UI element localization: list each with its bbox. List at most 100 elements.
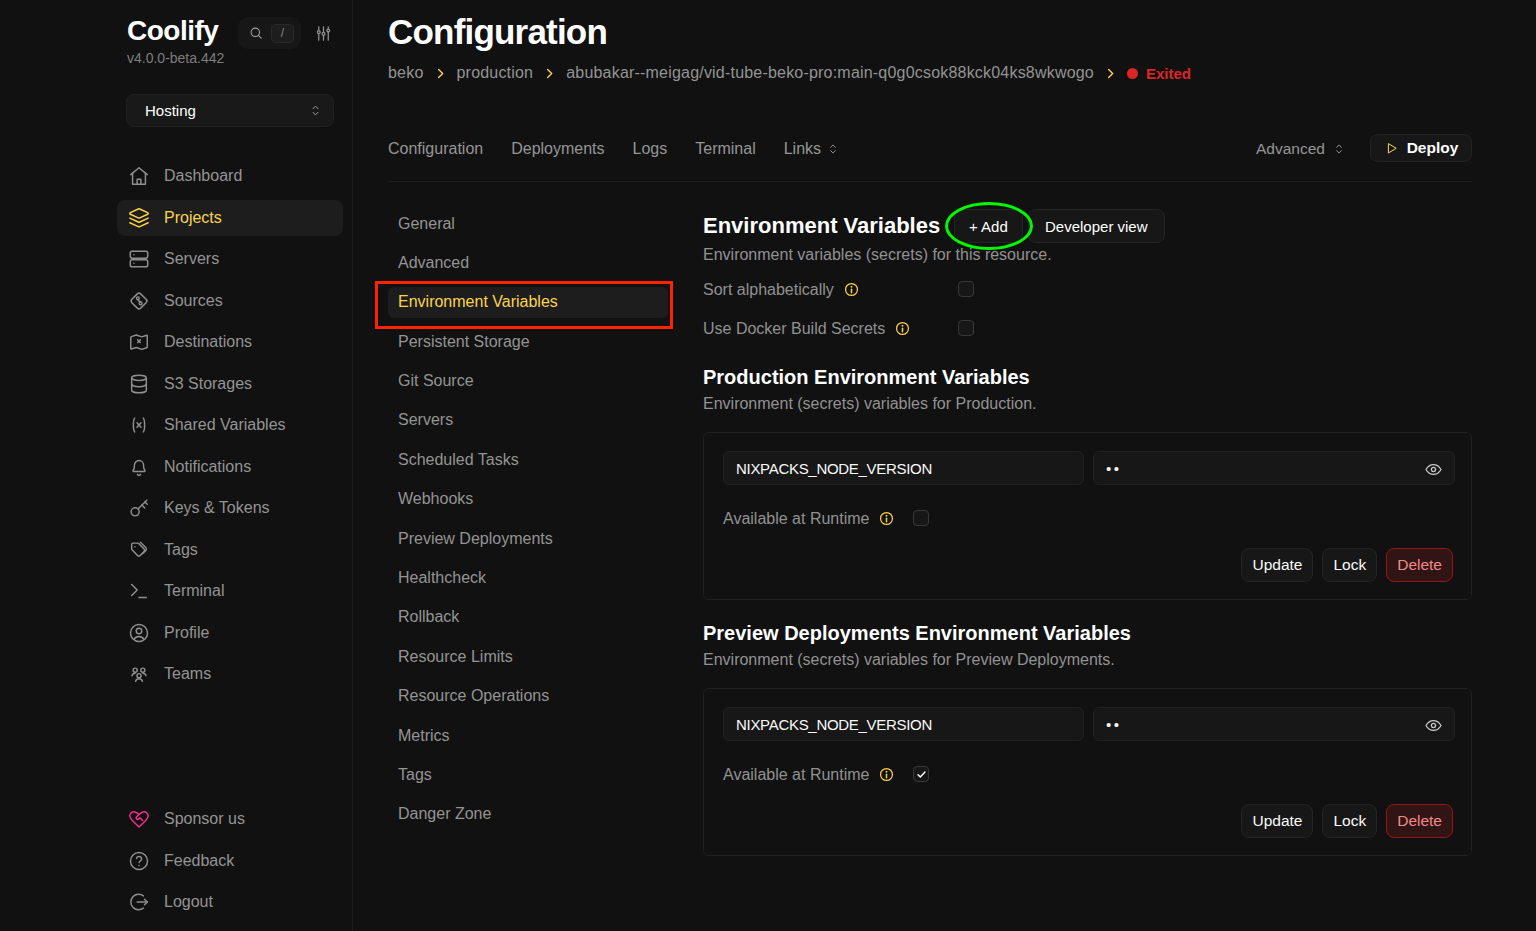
sidebar-item[interactable]: S3 Storages bbox=[117, 366, 343, 402]
user-circle-icon bbox=[128, 622, 150, 644]
subnav-item[interactable]: Webhooks bbox=[388, 484, 668, 515]
subnav-item[interactable]: Healthcheck bbox=[388, 563, 668, 594]
toggle-row: Sort alphabetically bbox=[703, 281, 993, 298]
sidebar-item-label: Terminal bbox=[164, 582, 224, 600]
lock-button[interactable]: Lock bbox=[1322, 548, 1377, 582]
deploy-button[interactable]: Deploy bbox=[1370, 134, 1472, 162]
delete-button[interactable]: Delete bbox=[1386, 548, 1453, 582]
info-icon[interactable] bbox=[844, 282, 859, 297]
tab[interactable]: Configuration bbox=[388, 140, 483, 158]
advanced-dropdown[interactable]: Advanced bbox=[1256, 134, 1346, 164]
search-button[interactable]: / bbox=[238, 17, 301, 49]
chevrons-up-down-icon bbox=[826, 142, 840, 156]
sidebar-item[interactable]: Servers bbox=[117, 241, 343, 277]
sidebar-item[interactable]: Destinations bbox=[117, 324, 343, 360]
sidebar-item[interactable]: Sources bbox=[117, 283, 343, 319]
subnav-item[interactable]: Scheduled Tasks bbox=[388, 444, 668, 475]
runtime-checkbox[interactable] bbox=[913, 510, 929, 526]
sidebar-item-label: Sources bbox=[164, 292, 223, 310]
subnav-item[interactable]: Resource Operations bbox=[388, 681, 668, 712]
section-description: Environment variables (secrets) for this… bbox=[703, 246, 1052, 264]
subnav-item[interactable]: Persistent Storage bbox=[388, 326, 668, 357]
sidebar-item-label: Projects bbox=[164, 209, 222, 227]
subnav-item[interactable]: Git Source bbox=[388, 366, 668, 397]
subnav-item[interactable]: Servers bbox=[388, 405, 668, 436]
chevron-right-icon bbox=[542, 66, 557, 81]
server-icon bbox=[128, 248, 150, 270]
checkbox[interactable] bbox=[958, 320, 974, 336]
sidebar-footer-menu: Sponsor us Feedback Logout bbox=[117, 801, 343, 926]
sidebar-item[interactable]: Sponsor us bbox=[117, 801, 343, 837]
play-icon bbox=[1384, 141, 1399, 156]
runtime-label: Available at Runtime bbox=[723, 510, 869, 528]
info-icon[interactable] bbox=[895, 321, 910, 336]
delete-button[interactable]: Delete bbox=[1386, 804, 1453, 838]
action-buttons: Update Lock Delete bbox=[1241, 804, 1453, 838]
breadcrumb-item[interactable]: production bbox=[457, 64, 534, 82]
env-var-name-input[interactable]: NIXPACKS_NODE_VERSION bbox=[723, 451, 1084, 485]
help-circle-icon bbox=[128, 850, 150, 872]
env-section-description: Environment (secrets) variables for Prev… bbox=[703, 651, 1115, 669]
runtime-row: Available at Runtime bbox=[723, 766, 894, 783]
sidebar-item-label: Logout bbox=[164, 893, 213, 911]
heart-hands-icon bbox=[128, 808, 150, 830]
subnav-item[interactable]: Advanced bbox=[388, 247, 668, 278]
subnav-item[interactable]: Resource Limits bbox=[388, 641, 668, 672]
sidebar-item[interactable]: Profile bbox=[117, 615, 343, 651]
toggle-label: Sort alphabetically bbox=[703, 281, 834, 299]
sidebar-item[interactable]: Notifications bbox=[117, 449, 343, 485]
eye-icon[interactable] bbox=[1424, 460, 1443, 479]
tab[interactable]: Terminal bbox=[695, 140, 755, 158]
sidebar-item[interactable]: Tags bbox=[117, 532, 343, 568]
team-selector[interactable]: Hosting bbox=[126, 94, 334, 127]
sidebar-item-label: Keys & Tokens bbox=[164, 499, 270, 517]
sidebar-item-label: Notifications bbox=[164, 458, 251, 476]
eye-icon[interactable] bbox=[1424, 716, 1443, 735]
status-label: Exited bbox=[1146, 65, 1191, 82]
env-section-description: Environment (secrets) variables for Prod… bbox=[703, 395, 1036, 413]
env-var-name-input[interactable]: NIXPACKS_NODE_VERSION bbox=[723, 707, 1084, 741]
checkbox[interactable] bbox=[958, 281, 974, 297]
subnav-item[interactable]: Danger Zone bbox=[388, 799, 668, 830]
subnav-item[interactable]: Tags bbox=[388, 759, 668, 790]
settings-sliders-icon[interactable] bbox=[314, 24, 333, 43]
sidebar-item-label: Profile bbox=[164, 624, 209, 642]
env-var-value-input[interactable]: •• bbox=[1093, 707, 1455, 741]
subnav-item[interactable]: Environment Variables bbox=[388, 287, 668, 318]
tags-icon bbox=[128, 539, 150, 561]
update-button[interactable]: Update bbox=[1241, 548, 1313, 582]
team-selector-value: Hosting bbox=[145, 102, 308, 119]
subnav-item[interactable]: General bbox=[388, 208, 668, 239]
update-button[interactable]: Update bbox=[1241, 804, 1313, 838]
tab[interactable]: Logs bbox=[633, 140, 668, 158]
info-icon[interactable] bbox=[879, 767, 894, 782]
subnav-item[interactable]: Metrics bbox=[388, 720, 668, 751]
sidebar-item[interactable]: Terminal bbox=[117, 573, 343, 609]
chevrons-up-down-icon bbox=[308, 103, 323, 118]
tab[interactable]: Links bbox=[784, 140, 840, 158]
tab[interactable]: Deployments bbox=[511, 140, 604, 158]
lock-button[interactable]: Lock bbox=[1322, 804, 1377, 838]
add-button[interactable]: + Add bbox=[954, 209, 1023, 243]
sidebar-item[interactable]: Feedback bbox=[117, 843, 343, 879]
breadcrumb-item[interactable]: beko bbox=[388, 64, 424, 82]
env-var-value-input[interactable]: •• bbox=[1093, 451, 1455, 485]
runtime-checkbox[interactable] bbox=[913, 766, 929, 782]
developer-view-button[interactable]: Developer view bbox=[1028, 209, 1165, 243]
sidebar-item[interactable]: Shared Variables bbox=[117, 407, 343, 443]
breadcrumb-item[interactable]: abubakar--meigag/vid-tube-beko-pro:main-… bbox=[566, 64, 1094, 82]
sidebar-item[interactable]: Projects bbox=[117, 200, 343, 236]
sidebar-item-label: Dashboard bbox=[164, 167, 242, 185]
sidebar-item-label: Tags bbox=[164, 541, 198, 559]
sidebar-item[interactable]: Keys & Tokens bbox=[117, 490, 343, 526]
subnav-item[interactable]: Rollback bbox=[388, 602, 668, 633]
toggle-row: Use Docker Build Secrets bbox=[703, 320, 993, 337]
subnav-item[interactable]: Preview Deployments bbox=[388, 523, 668, 554]
env-section: Preview Deployments Environment Variable… bbox=[703, 622, 1472, 856]
sidebar-item[interactable]: Dashboard bbox=[117, 158, 343, 194]
info-icon[interactable] bbox=[879, 511, 894, 526]
app-logo: Coolify bbox=[127, 15, 218, 47]
sidebar-item[interactable]: Teams bbox=[117, 656, 343, 692]
git-source-icon bbox=[128, 290, 150, 312]
sidebar-item[interactable]: Logout bbox=[117, 884, 343, 920]
